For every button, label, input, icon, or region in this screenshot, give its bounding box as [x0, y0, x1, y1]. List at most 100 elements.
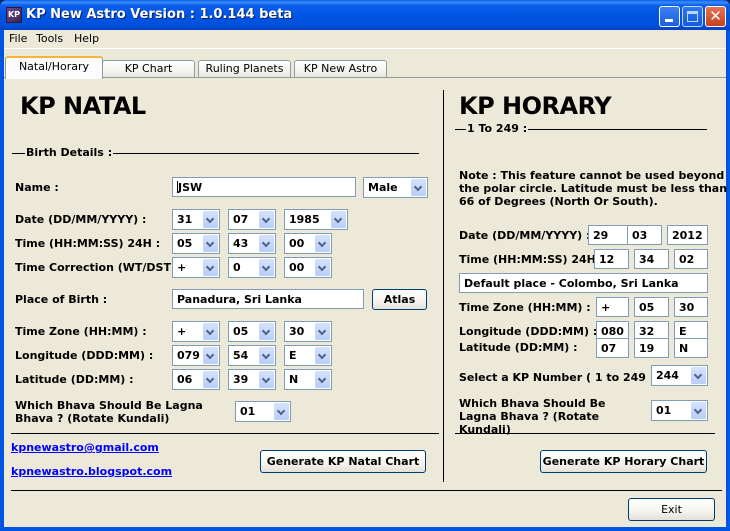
natal-longitude-label: Longitude (DDD:MM) : [15, 349, 154, 362]
chevron-down-icon[interactable] [259, 235, 274, 252]
horary-place-input[interactable]: Default place - Colombo, Sri Lanka [459, 273, 708, 293]
chevron-down-icon[interactable] [259, 323, 274, 340]
horary-month-input[interactable]: 03 [627, 225, 662, 245]
natal-lat-min-select[interactable]: 39 [228, 369, 276, 390]
tab-ruling-planets[interactable]: Ruling Planets [198, 60, 291, 78]
chevron-down-icon[interactable] [691, 367, 706, 384]
chevron-down-icon[interactable] [203, 211, 218, 228]
chevron-down-icon[interactable] [315, 235, 330, 252]
tc-minute-value: 00 [289, 261, 305, 274]
natal-divider [11, 433, 439, 434]
app-icon: KP [6, 7, 22, 23]
horary-lat-min-input[interactable]: 19 [634, 338, 669, 358]
tab-kp-new-astro[interactable]: KP New Astro [294, 60, 387, 78]
name-label: Name : [15, 181, 59, 194]
natal-tz-minute-select[interactable]: 30 [284, 321, 332, 342]
chevron-down-icon[interactable] [315, 347, 330, 364]
natal-lon-deg-select[interactable]: 079 [172, 345, 220, 366]
horary-time-label: Time (HH:MM:SS) 24H : [459, 253, 605, 266]
chevron-down-icon[interactable] [315, 259, 330, 276]
natal-lon-dir-select[interactable]: E [284, 345, 332, 366]
horary-bhava-select[interactable]: 01 [651, 400, 708, 421]
natal-lon-min-select[interactable]: 54 [228, 345, 276, 366]
tc-hour-value: 0 [233, 261, 241, 274]
atlas-button[interactable]: Atlas [372, 289, 427, 310]
kp-number-select[interactable]: 244 [651, 365, 708, 386]
name-value: JSW [178, 181, 203, 194]
chevron-down-icon[interactable] [259, 347, 274, 364]
natal-year-select[interactable]: 1985 [284, 209, 348, 230]
email-link[interactable]: kpnewastro@gmail.com [11, 441, 159, 454]
generate-horary-button[interactable]: Generate KP Horary Chart [540, 450, 707, 473]
natal-lat-min-value: 39 [233, 373, 249, 386]
horary-minute-input[interactable]: 34 [634, 249, 669, 269]
horary-hour-input[interactable]: 12 [594, 249, 629, 269]
natal-lat-dir-select[interactable]: N [284, 369, 332, 390]
chevron-down-icon[interactable] [691, 402, 706, 419]
horary-bhava-label: Which Bhava Should Be Lagna Bhava ? (Rot… [459, 397, 606, 436]
horary-day-input[interactable]: 29 [588, 225, 628, 245]
tab-baseline [4, 77, 726, 78]
chevron-down-icon[interactable] [203, 323, 218, 340]
chevron-down-icon[interactable] [411, 179, 426, 196]
exit-button[interactable]: Exit [628, 498, 715, 521]
chevron-down-icon[interactable] [203, 259, 218, 276]
natal-hour-select[interactable]: 05 [172, 233, 220, 254]
natal-bhava-label: Which Bhava Should Be Lagna Bhava ? (Rot… [15, 399, 203, 425]
natal-lat-dir-value: N [289, 373, 299, 386]
horary-lat-deg-input[interactable]: 07 [596, 338, 629, 358]
chevron-down-icon[interactable] [259, 211, 274, 228]
generate-natal-button[interactable]: Generate KP Natal Chart [260, 450, 426, 473]
close-button[interactable]: ✕ [705, 6, 726, 27]
chevron-down-icon[interactable] [315, 371, 330, 388]
place-input[interactable]: Panadura, Sri Lanka [172, 289, 364, 309]
horary-second-input[interactable]: 02 [674, 249, 708, 269]
horary-tz-label: Time Zone (HH:MM) : [459, 301, 591, 314]
menu-file[interactable]: File [9, 32, 27, 45]
natal-second-value: 00 [289, 237, 305, 250]
natal-date-label: Date (DD/MM/YYYY) : [15, 213, 147, 226]
menu-tools[interactable]: Tools [36, 32, 63, 45]
minimize-button[interactable] [659, 6, 680, 27]
natal-lat-deg-select[interactable]: 06 [172, 369, 220, 390]
tab-kp-chart[interactable]: KP Chart [102, 60, 195, 78]
natal-tz-sign-select[interactable]: + [172, 321, 220, 342]
chevron-down-icon[interactable] [315, 323, 330, 340]
menu-help[interactable]: Help [74, 32, 99, 45]
natal-second-select[interactable]: 00 [284, 233, 332, 254]
natal-bhava-select[interactable]: 01 [235, 401, 291, 422]
natal-day-value: 31 [177, 213, 193, 226]
maximize-button[interactable] [682, 6, 703, 27]
natal-month-select[interactable]: 07 [228, 209, 276, 230]
tc-sign-select[interactable]: + [172, 257, 220, 278]
chevron-down-icon[interactable] [203, 371, 218, 388]
horary-longitude-label: Longitude (DDD:MM) : [459, 325, 598, 338]
title-bar[interactable]: KP KP New Astro Version : 1.0.144 beta ✕ [0, 0, 730, 30]
client-area: File Tools Help Natal/Horary KP Chart Ru… [4, 30, 727, 527]
horary-year-input[interactable]: 2012 [667, 225, 708, 245]
horary-lat-dir-input[interactable]: N [674, 338, 708, 358]
chevron-down-icon[interactable] [259, 371, 274, 388]
minimize-icon [665, 19, 673, 22]
chevron-down-icon[interactable] [274, 403, 289, 420]
name-input[interactable]: JSW [172, 177, 356, 197]
gender-select[interactable]: Male [363, 177, 428, 198]
blog-link[interactable]: kpnewastro.blogspot.com [11, 465, 172, 478]
chevron-down-icon[interactable] [331, 211, 346, 228]
tab-natal-horary[interactable]: Natal/Horary [5, 56, 103, 79]
natal-minute-select[interactable]: 43 [228, 233, 276, 254]
horary-tz-sign-input[interactable]: + [596, 297, 629, 317]
horary-tz-hour-input[interactable]: 05 [634, 297, 669, 317]
natal-tz-hour-select[interactable]: 05 [228, 321, 276, 342]
chevron-down-icon[interactable] [259, 259, 274, 276]
chevron-down-icon[interactable] [203, 347, 218, 364]
horary-bhava-value: 01 [656, 404, 672, 417]
tc-minute-select[interactable]: 00 [284, 257, 332, 278]
bottom-divider [11, 490, 722, 491]
natal-tz-hour-value: 05 [233, 325, 249, 338]
tc-hour-select[interactable]: 0 [228, 257, 276, 278]
chevron-down-icon[interactable] [203, 235, 218, 252]
natal-day-select[interactable]: 31 [172, 209, 220, 230]
horary-tz-minute-input[interactable]: 30 [674, 297, 708, 317]
natal-year-value: 1985 [289, 213, 320, 226]
